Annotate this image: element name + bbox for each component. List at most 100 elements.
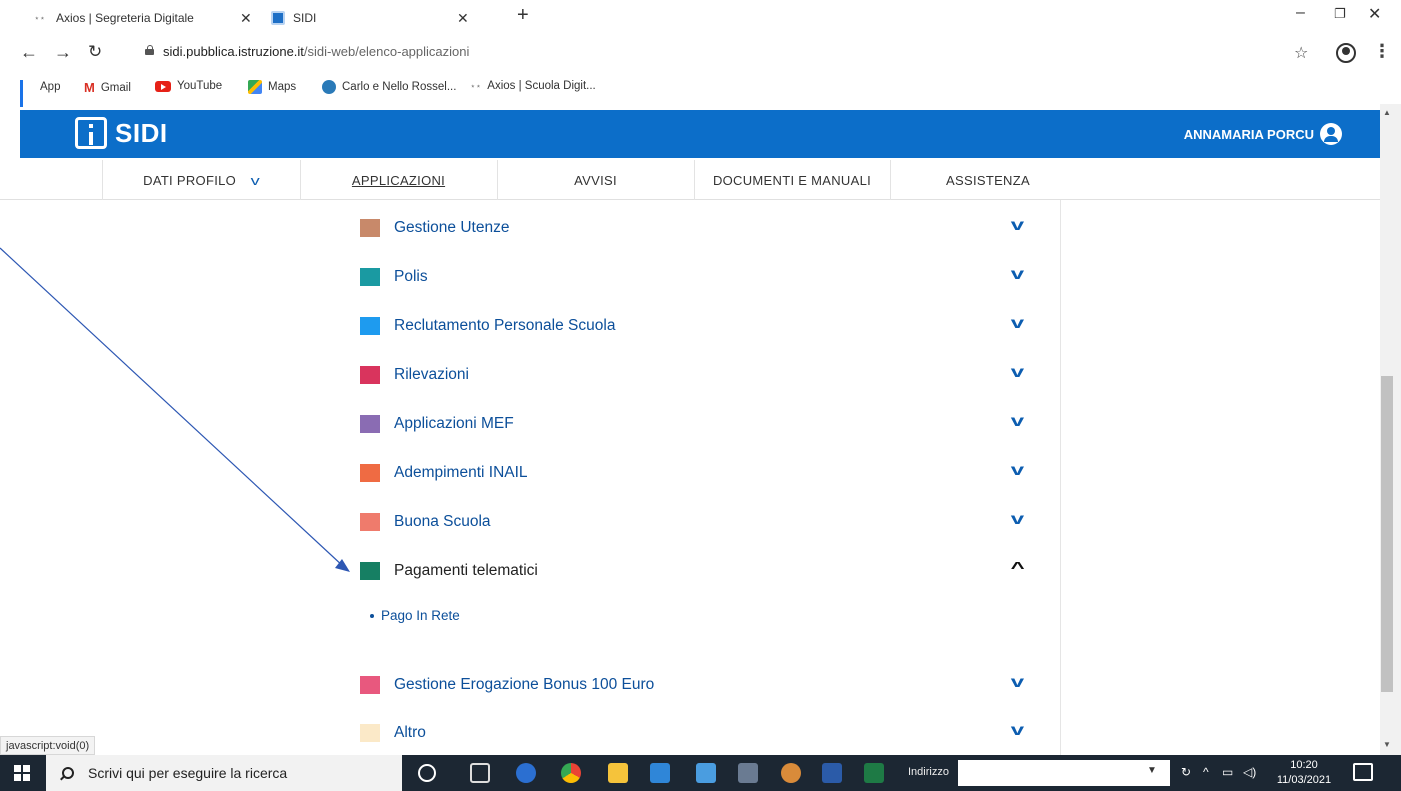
- nav-label: ASSISTENZA: [946, 172, 1030, 188]
- chevron-down-icon[interactable]: ▼: [1147, 765, 1157, 776]
- bookmark-label: Carlo e Nello Rossel...: [342, 81, 457, 93]
- app-rilevazioni[interactable]: Rilevazioni v: [360, 360, 1030, 390]
- volume-icon[interactable]: ◁): [1243, 765, 1256, 779]
- nav-assistenza[interactable]: ASSISTENZA: [890, 160, 1086, 200]
- app-applicazioni-mef[interactable]: Applicazioni MEF v: [360, 409, 1030, 439]
- bookmark-label: App: [40, 81, 61, 93]
- axios-icon: ⋆⋆: [470, 80, 482, 91]
- tab-axios[interactable]: ⋆⋆ Axios | Segreteria Digitale ✕: [34, 6, 252, 30]
- reload-icon[interactable]: ↻: [88, 42, 102, 62]
- nav-applicazioni[interactable]: APPLICAZIONI: [300, 160, 497, 200]
- bookmark-youtube[interactable]: YouTube: [155, 80, 222, 92]
- clock[interactable]: 10:20 11/03/2021: [1270, 758, 1338, 788]
- sidi-favicon-icon: [271, 11, 285, 25]
- restore-icon[interactable]: ❐: [1334, 6, 1346, 22]
- bookmark-axios[interactable]: ⋆⋆ Axios | Scuola Digit...: [470, 80, 596, 92]
- bookmark-school[interactable]: Carlo e Nello Rossel...: [322, 80, 456, 94]
- app-reclutamento[interactable]: Reclutamento Personale Scuola v: [360, 311, 1030, 341]
- bookmarks-bar: App M Gmail YouTube Maps Carlo e Nello R…: [0, 72, 1401, 107]
- address-toolbar-input[interactable]: [958, 760, 1170, 786]
- nav-dati-profilo[interactable]: DATI PROFILO v: [102, 160, 300, 200]
- clock-date: 11/03/2021: [1276, 774, 1332, 786]
- scroll-down-icon[interactable]: ▼: [1383, 740, 1391, 749]
- app-buona-scuola[interactable]: Buona Scuola v: [360, 507, 1030, 537]
- subitem-pago-in-rete[interactable]: Pago In Rete: [370, 608, 460, 623]
- app-pagamenti-telematici[interactable]: Pagamenti telematici ^: [360, 556, 1030, 586]
- edge-icon[interactable]: [516, 763, 536, 783]
- url-host: sidi.pubblica.istruzione.it: [163, 44, 304, 59]
- search-placeholder: Scrivi qui per eseguire la ricerca: [88, 765, 288, 781]
- close-tab-icon[interactable]: ✕: [240, 10, 252, 27]
- app-label: Gestione Erogazione Bonus 100 Euro: [394, 676, 655, 693]
- bookmark-label: Gmail: [100, 81, 131, 94]
- cortana-icon[interactable]: [418, 764, 436, 782]
- app-polis[interactable]: Polis v: [360, 262, 1030, 292]
- back-icon[interactable]: ←: [20, 42, 38, 63]
- app-gestione-utenze[interactable]: Gestione Utenze v: [360, 213, 1030, 243]
- gmail-icon: M: [84, 80, 95, 95]
- url-field[interactable]: sidi.pubblica.istruzione.it/sidi-web/ele…: [163, 44, 469, 59]
- windows-start-icon[interactable]: [14, 765, 30, 781]
- nav-documenti[interactable]: DOCUMENTI E MANUALI: [694, 160, 890, 200]
- app-label: Altro: [394, 724, 426, 741]
- network-icon[interactable]: ▭: [1222, 765, 1233, 779]
- chevron-down-icon[interactable]: v: [1011, 674, 1024, 692]
- forward-icon[interactable]: →: [54, 42, 72, 63]
- close-window-icon[interactable]: ✕: [1368, 4, 1381, 24]
- word-icon[interactable]: [822, 763, 842, 783]
- nav-avvisi[interactable]: AVVISI: [497, 160, 694, 200]
- windows-taskbar: Scrivi qui per eseguire la ricerca Indir…: [0, 755, 1401, 791]
- apps-grid-icon: [20, 80, 34, 107]
- info-logo-icon: [75, 117, 107, 149]
- nav-label: DATI PROFILO: [143, 172, 237, 188]
- excel-icon[interactable]: [864, 763, 884, 783]
- app-color-swatch: [360, 219, 380, 237]
- notifications-icon[interactable]: [1353, 763, 1373, 781]
- maps-icon: [248, 80, 262, 94]
- scroll-up-icon[interactable]: ▲: [1383, 108, 1391, 117]
- taskbar-search[interactable]: Scrivi qui per eseguire la ricerca: [46, 755, 402, 791]
- app-adempimenti-inail[interactable]: Adempimenti INAIL v: [360, 458, 1030, 488]
- app-label: Rilevazioni: [394, 366, 469, 383]
- user-name: ANNAMARIA PORCU: [1183, 126, 1314, 142]
- sidi-logo[interactable]: SIDI: [75, 117, 168, 149]
- file-explorer-icon[interactable]: [608, 763, 628, 783]
- scrollbar-thumb[interactable]: [1381, 376, 1393, 692]
- chevron-down-icon[interactable]: v: [1011, 413, 1024, 431]
- bookmark-maps[interactable]: Maps: [248, 80, 296, 94]
- school-icon: [322, 80, 336, 94]
- tab-sidi[interactable]: SIDI ✕: [271, 6, 469, 30]
- user-menu[interactable]: ANNAMARIA PORCU: [1184, 123, 1342, 145]
- bookmark-app[interactable]: App: [20, 80, 61, 107]
- app-bonus-100[interactable]: Gestione Erogazione Bonus 100 Euro v: [360, 670, 1030, 700]
- minimize-icon[interactable]: –: [1296, 4, 1305, 22]
- main-nav: DATI PROFILO v APPLICAZIONI AVVISI DOCUM…: [0, 160, 1380, 200]
- annotation-arrow: [0, 247, 350, 572]
- store-icon[interactable]: [650, 763, 670, 783]
- chevron-down-icon[interactable]: v: [1011, 511, 1024, 529]
- new-tab-button[interactable]: +: [517, 4, 529, 27]
- app-altro[interactable]: Altro v: [360, 718, 1030, 748]
- chrome-icon[interactable]: [561, 763, 581, 783]
- nav-label: AVVISI: [574, 172, 617, 188]
- close-tab-icon[interactable]: ✕: [457, 10, 469, 27]
- mail-icon[interactable]: [696, 763, 716, 783]
- chevron-down-icon[interactable]: v: [1011, 266, 1024, 284]
- chevron-down-icon[interactable]: v: [1011, 364, 1024, 382]
- chevron-down-icon[interactable]: v: [1011, 722, 1024, 740]
- bookmark-star-icon[interactable]: ☆: [1294, 43, 1308, 63]
- refresh-icon[interactable]: ↻: [1181, 765, 1191, 779]
- chevron-up-icon[interactable]: ^: [1010, 560, 1024, 578]
- bookmark-gmail[interactable]: M Gmail: [84, 80, 131, 95]
- profile-icon[interactable]: [1336, 43, 1356, 63]
- menu-kebab-icon[interactable]: ⋮: [1373, 41, 1391, 62]
- chevron-down-icon[interactable]: v: [1011, 462, 1024, 480]
- app-label: Reclutamento Personale Scuola: [394, 317, 616, 334]
- app-icon[interactable]: [738, 763, 758, 783]
- chevron-down-icon[interactable]: v: [1011, 217, 1024, 235]
- people-icon[interactable]: [781, 763, 801, 783]
- tab-title: Axios | Segreteria Digitale: [56, 11, 194, 25]
- chevron-down-icon[interactable]: v: [1011, 315, 1024, 333]
- task-view-icon[interactable]: [470, 763, 490, 783]
- tray-expand-icon[interactable]: ^: [1203, 765, 1209, 779]
